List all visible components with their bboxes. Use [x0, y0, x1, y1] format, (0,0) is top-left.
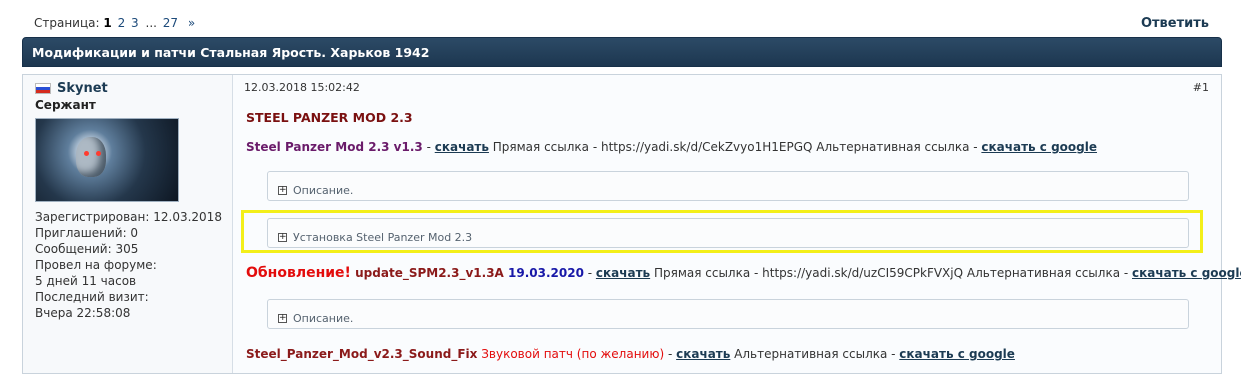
expand-plus-icon: +: [278, 231, 287, 242]
stat-invites: Приглашений: 0: [35, 226, 139, 240]
author-stats: Зарегистрирован: 12.03.2018 Приглашений:…: [35, 209, 232, 321]
stat-messages: Сообщений: 305: [35, 242, 139, 256]
separator: -: [422, 140, 435, 154]
author-name-link[interactable]: Skynet: [57, 81, 108, 96]
post-number-link[interactable]: #1: [1193, 81, 1209, 94]
author-header: Skynet: [35, 81, 232, 96]
page-current: 1: [103, 16, 112, 30]
author-rank: Сержант: [35, 98, 96, 112]
update-label: Обновление!: [246, 265, 351, 281]
separator: -: [583, 266, 596, 280]
download-link[interactable]: скачать: [676, 347, 730, 361]
stat-time-label: Провел на форуме:: [35, 258, 157, 272]
spoiler-description-update[interactable]: + Описание.: [267, 299, 1189, 329]
author-panel: Skynet Сержант Зарегистрирован: 12.03.20…: [23, 75, 233, 373]
separator: -: [664, 347, 677, 361]
download-line-main: Steel Panzer Mod 2.3 v1.3 - скачать Прям…: [246, 140, 1097, 154]
russia-flag-icon: [35, 83, 51, 94]
stat-time-value: 5 дней 11 часов: [35, 274, 137, 288]
download-link[interactable]: скачать: [596, 266, 650, 280]
spoiler-label: Описание.: [293, 311, 354, 325]
mod-name: Steel Panzer Mod 2.3 v1.3: [246, 140, 423, 154]
soundfix-file: Steel_Panzer_Mod_v2.3_Sound_Fix: [246, 347, 478, 361]
post-date: 12.03.2018 15:02:42: [244, 81, 360, 94]
mod-title: STEEL PANZER MOD 2.3: [246, 110, 413, 125]
reply-button[interactable]: Ответить: [1141, 16, 1209, 31]
google-download-link[interactable]: скачать с google: [981, 140, 1097, 154]
stat-registered: Зарегистрирован: 12.03.2018: [35, 210, 222, 224]
direct-link-text: Прямая ссылка - https://yadi.sk/d/CekZvy…: [488, 140, 982, 154]
post-body: 12.03.2018 15:02:42 #1 STEEL PANZER MOD …: [234, 75, 1241, 373]
expand-plus-icon: +: [278, 184, 287, 195]
avatar: [35, 118, 179, 202]
spoiler-installation[interactable]: + Установка Steel Panzer Mod 2.3: [267, 218, 1189, 248]
pagination: Страница: 1 2 3 ... 27 »: [34, 16, 195, 30]
spoiler-label: Описание.: [293, 183, 354, 197]
stat-last-visit-value: Вчера 22:58:08: [35, 306, 131, 320]
spoiler-description[interactable]: + Описание.: [267, 171, 1189, 201]
page-next-link[interactable]: »: [188, 16, 195, 30]
page-link-last[interactable]: 27: [163, 16, 178, 30]
direct-link-text: Прямая ссылка - https://yadi.sk/d/uzCI59…: [650, 266, 1133, 280]
page-link-3[interactable]: 3: [131, 16, 139, 30]
download-link[interactable]: скачать: [435, 140, 489, 154]
page-link-2[interactable]: 2: [118, 16, 126, 30]
soundfix-note: Звуковой патч (по желанию): [477, 347, 665, 361]
update-file: update_SPM2.3_v1.3A: [350, 266, 504, 280]
pagination-ellipsis: ...: [145, 16, 157, 30]
google-download-link[interactable]: скачать с google: [899, 347, 1015, 361]
pagination-label: Страница:: [34, 16, 100, 30]
spoiler-label: Установка Steel Panzer Mod 2.3: [293, 230, 473, 244]
stat-last-visit-label: Последний визит:: [35, 290, 149, 304]
post: Skynet Сержант Зарегистрирован: 12.03.20…: [22, 74, 1241, 374]
google-download-link[interactable]: скачать с google: [1132, 266, 1241, 280]
download-line-soundfix: Steel_Panzer_Mod_v2.3_Sound_Fix Звуковой…: [246, 347, 1015, 361]
download-line-update: Обновление! update_SPM2.3_v1.3A 19.03.20…: [246, 265, 1241, 281]
topic-title: Модификации и патчи Стальная Ярость. Хар…: [22, 37, 1222, 67]
expand-plus-icon: +: [278, 312, 287, 323]
alt-link-text: Альтернативная ссылка -: [730, 347, 900, 361]
update-date: 19.03.2020: [503, 266, 584, 280]
